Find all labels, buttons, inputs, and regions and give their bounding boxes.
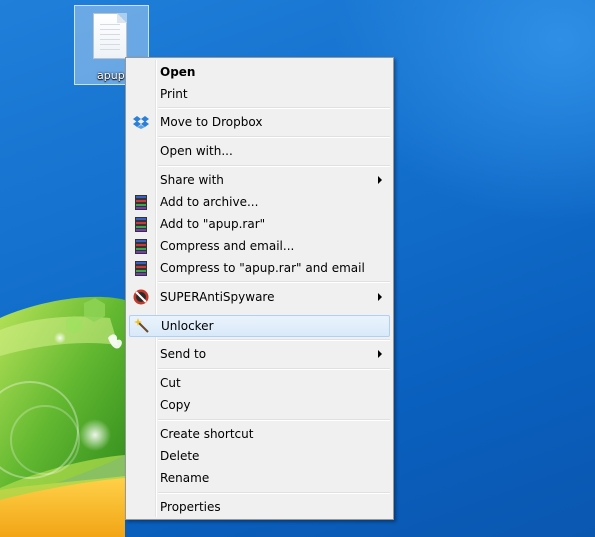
winrar-icon: [133, 260, 149, 276]
winrar-icon: [133, 238, 149, 254]
menu-item-label: Copy: [160, 398, 191, 412]
menu-item-label: Send to: [160, 347, 207, 361]
menu-item-copy[interactable]: Copy: [129, 395, 390, 415]
document-icon: [93, 13, 127, 59]
menu-separator: [158, 165, 390, 167]
menu-item-compress-and-email[interactable]: Compress and email...: [129, 236, 390, 256]
menu-separator: [158, 368, 390, 370]
menu-item-move-to-dropbox[interactable]: Move to Dropbox: [129, 112, 390, 132]
superantispyware-icon: [133, 289, 149, 305]
menu-item-unlocker[interactable]: Unlocker: [129, 315, 390, 337]
submenu-arrow-icon: [378, 350, 382, 358]
menu-separator: [158, 492, 390, 494]
menu-separator: [158, 107, 390, 109]
menu-item-label: Create shortcut: [160, 427, 254, 441]
winrar-icon: [133, 194, 149, 210]
menu-item-label: SUPERAntiSpyware: [160, 290, 275, 304]
menu-item-add-to-archive[interactable]: Add to archive...: [129, 192, 390, 212]
submenu-arrow-icon: [378, 293, 382, 301]
menu-item-label: Delete: [160, 449, 200, 463]
menu-item-label: Print: [160, 87, 188, 101]
menu-item-label: Properties: [160, 500, 221, 514]
winrar-icon: [133, 216, 149, 232]
menu-item-label: Cut: [160, 376, 181, 390]
menu-separator: [158, 419, 390, 421]
menu-item-label: Open: [160, 65, 196, 79]
menu-item-label: Compress and email...: [160, 239, 295, 253]
menu-item-create-shortcut[interactable]: Create shortcut: [129, 424, 390, 444]
menu-item-label: Add to "apup.rar": [160, 217, 266, 231]
menu-item-label: Open with...: [160, 144, 233, 158]
menu-item-open-with[interactable]: Open with...: [129, 141, 390, 161]
menu-item-label: Rename: [160, 471, 210, 485]
menu-item-label: Add to archive...: [160, 195, 259, 209]
menu-item-send-to[interactable]: Send to: [129, 344, 390, 364]
unlocker-wand-icon: [134, 318, 149, 333]
menu-item-rename[interactable]: Rename: [129, 468, 390, 488]
menu-item-cut[interactable]: Cut: [129, 373, 390, 393]
menu-item-add-to-apup-rar[interactable]: Add to "apup.rar": [129, 214, 390, 234]
menu-item-label: Unlocker: [161, 319, 214, 333]
menu-separator: [158, 136, 390, 138]
menu-item-share-with[interactable]: Share with: [129, 170, 390, 190]
menu-item-label: Move to Dropbox: [160, 115, 263, 129]
menu-separator: [158, 339, 390, 341]
file-name-label: apup: [97, 69, 125, 82]
submenu-arrow-icon: [378, 176, 382, 184]
menu-item-label: Compress to "apup.rar" and email: [160, 261, 365, 275]
context-menu: Open Print Move to Dropbox Open with... …: [125, 57, 394, 520]
menu-item-open[interactable]: Open: [129, 62, 390, 82]
menu-item-compress-to-apup-rar-and-email[interactable]: Compress to "apup.rar" and email: [129, 258, 390, 278]
menu-item-superantispyware[interactable]: SUPERAntiSpyware: [129, 287, 390, 307]
menu-item-print[interactable]: Print: [129, 84, 390, 104]
menu-item-properties[interactable]: Properties: [129, 497, 390, 517]
menu-separator: [158, 281, 390, 283]
menu-item-label: Share with: [160, 173, 224, 187]
menu-item-delete[interactable]: Delete: [129, 446, 390, 466]
dropbox-icon: [133, 116, 149, 129]
